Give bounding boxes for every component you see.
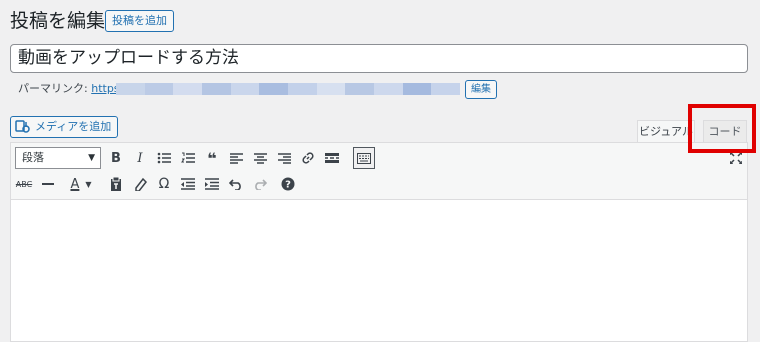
chevron-down-icon: ▼	[85, 179, 92, 189]
special-character-icon[interactable]: Ω	[153, 173, 175, 195]
blockquote-icon[interactable]: ❝	[201, 147, 223, 169]
undo-icon[interactable]	[225, 173, 247, 195]
numbered-list-icon[interactable]	[177, 147, 199, 169]
format-select-value: 段落	[22, 151, 44, 164]
strikethrough-icon[interactable]: ABC	[13, 173, 35, 195]
media-icon	[15, 120, 30, 133]
italic-icon[interactable]: I	[129, 147, 151, 169]
page-title: 投稿を編集	[10, 10, 106, 32]
chevron-down-icon: ▼	[88, 153, 95, 163]
permalink-edit-button[interactable]: 編集	[465, 80, 497, 99]
paste-text-icon[interactable]	[105, 173, 127, 195]
horizontal-line-icon[interactable]	[37, 173, 59, 195]
highlight-box	[688, 104, 756, 153]
post-title-input[interactable]: 動画をアップロードする方法	[10, 44, 748, 73]
svg-text:?: ?	[285, 180, 291, 191]
redo-icon[interactable]	[249, 173, 271, 195]
clear-formatting-icon[interactable]	[129, 173, 151, 195]
format-select[interactable]: 段落 ▼	[15, 147, 101, 169]
text-color-icon[interactable]: A ▼	[65, 173, 97, 195]
toolbar-toggle-icon[interactable]	[353, 147, 375, 169]
add-media-label: メディアを追加	[35, 120, 112, 133]
tab-visual[interactable]: ビジュアル	[637, 120, 695, 142]
add-media-button[interactable]: メディアを追加	[10, 116, 119, 138]
bold-icon[interactable]: B	[105, 147, 127, 169]
align-left-icon[interactable]	[225, 147, 247, 169]
permalink-url-redacted	[116, 83, 461, 95]
add-new-post-button[interactable]: 投稿を追加	[105, 10, 174, 32]
bullet-list-icon[interactable]	[153, 147, 175, 169]
indent-icon[interactable]	[201, 173, 223, 195]
permalink-label: パーマリンク:	[18, 82, 88, 95]
align-center-icon[interactable]	[249, 147, 271, 169]
link-icon[interactable]	[297, 147, 319, 169]
align-right-icon[interactable]	[273, 147, 295, 169]
help-icon[interactable]: ?	[277, 173, 299, 195]
outdent-icon[interactable]	[177, 173, 199, 195]
permalink-row: パーマリンク: https://	[18, 82, 131, 96]
editor-toolbar: 段落 ▼ B I ❝ ABC A ▼ Ω ?	[11, 143, 747, 200]
read-more-icon[interactable]	[321, 147, 343, 169]
